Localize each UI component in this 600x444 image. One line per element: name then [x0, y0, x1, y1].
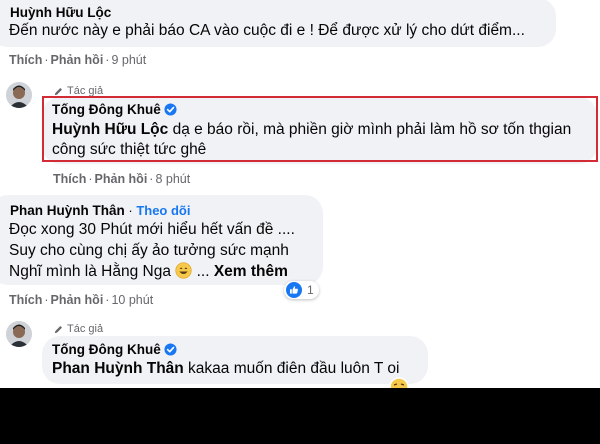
separator-dot: · — [88, 172, 93, 186]
reply-bubble-tong-dong-khue: Tống Đông Khuê Phan Huỳnh Thân kakaa muố… — [42, 336, 428, 384]
comment-text-line3: Nghĩ mình là Hằng Nga ... Xem thêm — [9, 261, 288, 285]
comment-bubble-huynh-huu-loc: Huỳnh Hữu Lộc Đến nước này e phải báo CA… — [0, 0, 556, 47]
separator-dot: · — [44, 293, 49, 307]
comment-actions: Thích · Phản hồi · 9 phút — [9, 53, 146, 67]
comment-text-line2: Suy cho cùng chị ấy ảo tưởng sức mạnh — [9, 242, 289, 259]
reply-link[interactable]: Phản hồi — [51, 293, 104, 307]
separator-dot: · — [124, 203, 137, 218]
verified-badge-icon — [164, 103, 177, 119]
comment-text-part: Nghĩ mình là Hằng Nga — [9, 263, 171, 280]
pencil-icon — [54, 325, 62, 333]
comment-text: Đến nước này e phải báo CA vào cuộc đi e… — [9, 22, 525, 39]
reply-author-label[interactable]: Tống Đông Khuê — [52, 102, 161, 117]
comment-author-name[interactable]: Huỳnh Hữu Lộc — [10, 5, 111, 20]
comment-time[interactable]: 10 phút — [111, 293, 153, 307]
reply-text-line2: công sức thiệt tức ghê — [52, 141, 207, 158]
author-badge: Tác giả — [53, 323, 103, 335]
comment-bubble-phan-huynh-than: Phan Huỳnh Thân · Theo dõi Đọc xong 30 P… — [0, 195, 323, 285]
like-reaction-icon — [286, 282, 302, 298]
reply-link[interactable]: Phản hồi — [95, 172, 148, 186]
reply-time[interactable]: 8 phút — [155, 172, 190, 186]
comment-header: Phan Huỳnh Thân · Theo dõi — [10, 202, 190, 220]
verified-badge-icon — [164, 343, 177, 359]
like-link[interactable]: Thích — [9, 293, 42, 307]
reply-actions: Thích · Phản hồi · 8 phút — [53, 172, 190, 186]
grinning-emoji-icon — [175, 262, 192, 285]
like-link[interactable]: Thích — [53, 172, 86, 186]
avatar[interactable] — [6, 82, 32, 108]
reply-author-label[interactable]: Tống Đông Khuê — [52, 342, 161, 357]
comment-actions: Thích · Phản hồi · 10 phút — [9, 293, 153, 307]
avatar-image — [6, 321, 32, 347]
reaction-count-label: 1 — [307, 283, 314, 297]
follow-link[interactable]: Theo dõi — [136, 203, 190, 218]
reply-text-part: kakaa muốn điên đầu luôn T oi — [183, 360, 400, 377]
comment-text-line1: Đọc xong 30 Phút mới hiểu hết vấn đề ...… — [9, 221, 295, 238]
avatar[interactable] — [6, 321, 32, 347]
reply-link[interactable]: Phản hồi — [51, 53, 104, 67]
tagged-user[interactable]: Phan Huỳnh Thân — [52, 360, 184, 377]
reply-text-part: dạ e báo rồi, mà phiền giờ mình phải làm… — [168, 121, 572, 138]
avatar-image — [6, 82, 32, 108]
see-more-link[interactable]: Xem thêm — [214, 263, 288, 280]
ellipsis: ... — [196, 263, 210, 280]
reply-text-line1: Huỳnh Hữu Lộc dạ e báo rồi, mà phiền giờ… — [52, 119, 571, 140]
pencil-icon — [54, 87, 62, 95]
tagged-user[interactable]: Huỳnh Hữu Lộc — [52, 121, 168, 138]
reply-author-name[interactable]: Tống Đông Khuê — [52, 102, 177, 119]
separator-dot: · — [44, 53, 49, 67]
comment-author-name[interactable]: Phan Huỳnh Thân — [10, 203, 125, 218]
reaction-count[interactable]: 1 — [284, 281, 319, 299]
reply-author-name[interactable]: Tống Đông Khuê — [52, 342, 177, 359]
comment-time[interactable]: 9 phút — [111, 53, 146, 67]
author-badge-label: Tác giả — [67, 323, 104, 335]
reply-text: Phan Huỳnh Thân kakaa muốn điên đầu luôn… — [52, 358, 399, 379]
black-overlay-bar — [0, 388, 600, 444]
like-link[interactable]: Thích — [9, 53, 42, 67]
